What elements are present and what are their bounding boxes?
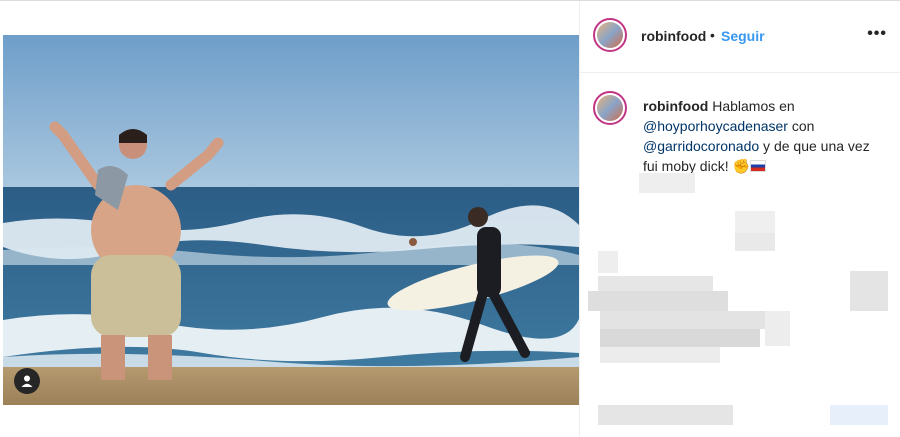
post-caption: robinfood Hablamos en @hoyporhoycadenase… — [643, 96, 883, 176]
fist-emoji: ✊ — [732, 158, 750, 174]
separator-dot: • — [710, 27, 715, 43]
blurred-content — [598, 251, 618, 273]
user-tag-icon[interactable] — [14, 368, 40, 394]
ellipsis-icon[interactable]: ••• — [867, 25, 887, 43]
blurred-content — [639, 173, 695, 193]
mention-link[interactable]: @garridocoronado — [643, 138, 759, 154]
follow-button[interactable]: Seguir — [721, 28, 765, 44]
caption-avatar[interactable] — [593, 91, 627, 125]
blurred-content — [588, 291, 728, 311]
blurred-content — [600, 347, 720, 363]
beach-photo — [3, 35, 579, 405]
username-link[interactable]: robinfood — [641, 28, 706, 44]
caption-text: con — [787, 118, 815, 134]
blurred-content — [735, 233, 775, 251]
instagram-post: robinfood • Seguir ••• robinfood Hablamo… — [0, 0, 900, 437]
blurred-content — [850, 271, 888, 311]
blurred-content — [600, 311, 770, 329]
blurred-content — [600, 329, 760, 347]
avatar[interactable] — [593, 18, 627, 52]
post-photo[interactable] — [3, 35, 579, 405]
post-sidebar: robinfood • Seguir ••• robinfood Hablamo… — [579, 1, 900, 437]
caption-username-link[interactable]: robinfood — [643, 98, 708, 114]
blurred-content — [598, 405, 733, 425]
avatar-image — [597, 95, 623, 121]
blurred-content — [735, 211, 775, 233]
avatar-image — [597, 22, 623, 48]
blurred-content — [765, 311, 790, 346]
russia-flag-icon — [749, 160, 766, 172]
blurred-content — [830, 405, 888, 425]
mention-link[interactable]: @hoyporhoycadenaser — [643, 118, 788, 134]
caption-text: Hablamos en — [708, 98, 795, 114]
post-header: robinfood • Seguir ••• — [580, 1, 900, 73]
